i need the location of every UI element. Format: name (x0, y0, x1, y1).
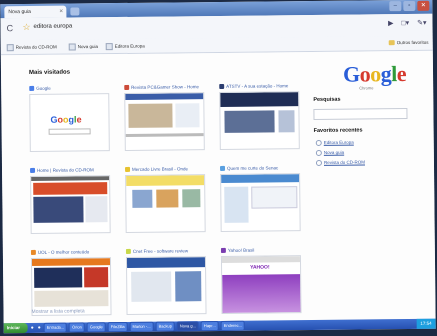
reload-icon[interactable]: C (6, 23, 13, 33)
taskbar-button[interactable]: FileZilla (107, 321, 128, 333)
globe-icon (315, 149, 322, 156)
favicon-icon (30, 250, 36, 256)
toolbar-right: ▶ □▾ ✎▾ (382, 19, 427, 27)
new-tab-button[interactable] (70, 7, 80, 16)
show-full-list-link[interactable]: Mostrar a lista completa (31, 308, 84, 315)
taskbar-items: Entrada... Orion Google FileZilla Marlon -..… (43, 320, 246, 333)
thumbnail-preview (219, 91, 300, 150)
taskbar-button[interactable]: Entrada... (43, 322, 68, 333)
address-bar[interactable]: editora europa (33, 24, 72, 30)
thumbnail-title: Yahoo! Brasil (220, 246, 303, 254)
browser-tab[interactable]: Nova guia ✕ (4, 5, 67, 19)
searches-heading: Pesquisas (313, 96, 341, 103)
taskbar-button[interactable]: Google (86, 322, 106, 333)
favicon-icon (30, 168, 36, 174)
taskbar-button[interactable]: Enderec... (220, 320, 246, 331)
thumbnail-title: Quem me curte do Senac (219, 164, 302, 172)
search-input[interactable] (313, 108, 408, 120)
thumbnail-title: Revista PC&Gamer Show - Home (124, 83, 206, 91)
recent-bookmark[interactable]: Editora Europa (315, 139, 354, 146)
page-icon (68, 43, 76, 51)
favicon-icon (124, 85, 130, 91)
screen: Nova guia ✕ – ▫ ✕ C ☆ editora europa ▶ □… (0, 0, 436, 334)
system-clock: 17:54 (416, 318, 436, 329)
globe-icon (315, 159, 322, 166)
other-bookmarks[interactable]: Outros favoritos (388, 40, 429, 46)
favicon-icon (219, 84, 225, 90)
chrome-subtitle: Chrome (359, 85, 374, 91)
favicon-icon (220, 248, 226, 254)
close-window-icon[interactable]: ✕ (417, 0, 430, 11)
page-icon (105, 43, 113, 51)
google-logo: Google (342, 61, 407, 87)
thumbnail-title: Google (29, 84, 111, 92)
maximize-icon[interactable]: ▫ (403, 0, 416, 12)
thumbnail-preview (220, 173, 301, 232)
thumbnail-title: Cnet Free - software review (125, 247, 208, 255)
recent-bookmark[interactable]: Revista do CD-ROM (315, 159, 365, 166)
most-visited-thumbnail[interactable]: Home | Revista do CD-ROM (30, 166, 113, 234)
most-visited-thumbnail[interactable]: UOL - O melhor conteúdo (30, 248, 114, 316)
most-visited-thumbnail[interactable]: ATSTV - A sua estação - Home (219, 82, 302, 150)
tab-title: Nova guia (8, 8, 31, 16)
taskbar-button[interactable]: Hapr... (200, 321, 219, 332)
globe-icon (315, 139, 322, 146)
tab-close-icon[interactable]: ✕ (59, 6, 63, 18)
thumbnail-preview (30, 257, 112, 316)
most-visited-thumbnail[interactable]: Mercado Livre Brasil - Onde (125, 165, 208, 233)
go-icon[interactable]: ▶ (388, 20, 393, 27)
window-controls: – ▫ ✕ (389, 0, 430, 12)
new-tab-page: Mais visitados Google Google Revista PC&Ga… (0, 50, 436, 324)
taskbar-button[interactable]: Orion (69, 322, 85, 333)
most-visited-thumbnail[interactable]: Revista PC&Gamer Show - Home (124, 83, 207, 151)
thumbnail-preview: Google (29, 93, 110, 152)
bookmark-item[interactable]: Nova guia (68, 43, 98, 51)
start-button[interactable]: Iniciar (3, 323, 28, 334)
most-visited-thumbnail[interactable]: Yahoo! Brasil YAHOO! (220, 246, 304, 314)
favicon-icon (125, 167, 131, 173)
wrench-menu-icon[interactable]: ✎▾ (417, 20, 426, 27)
favicon-icon (219, 166, 226, 172)
page-menu-icon[interactable]: □▾ (401, 20, 409, 27)
thumbnail-preview (124, 92, 205, 151)
thumbnail-preview (125, 256, 207, 315)
taskbar-button[interactable]: Backup (155, 321, 175, 332)
most-visited-thumbnail[interactable]: Cnet Free - software review (125, 247, 209, 315)
bookmark-item[interactable]: Revista do CD-ROM (6, 44, 57, 52)
most-visited-thumbnail[interactable]: Quem me curte do Senac (219, 164, 303, 232)
recent-bookmark[interactable]: Nova guia (315, 149, 344, 156)
bookmark-item[interactable]: Editora Europa (105, 43, 145, 51)
thumbnail-title: UOL - O melhor conteúdo (30, 248, 113, 256)
most-visited-thumbnail[interactable]: Google Google (29, 84, 112, 152)
thumbnail-title: Home | Revista do CD-ROM (30, 166, 112, 174)
quick-launch-icon[interactable]: ● (31, 325, 34, 331)
recent-bookmarks-heading: Favoritos recentes (313, 127, 363, 134)
taskbar-button[interactable]: Marlon -... (129, 321, 154, 332)
thumbnail-title: Mercado Livre Brasil - Onde (125, 165, 207, 173)
thumbnail-preview (30, 175, 111, 234)
most-visited-heading: Mais visitados (28, 69, 71, 76)
page-icon (6, 44, 14, 52)
taskbar-button[interactable]: Nova g... (176, 321, 199, 332)
folder-icon (388, 40, 395, 46)
quick-launch-icon[interactable]: ● (38, 325, 41, 331)
minimize-icon[interactable]: – (389, 1, 402, 12)
thumbnail-preview: YAHOO! (220, 255, 302, 314)
thumbnail-title: ATSTV - A sua estação - Home (219, 82, 301, 90)
thumbnail-preview (125, 174, 206, 233)
favicon-icon (29, 86, 35, 92)
favicon-icon (125, 249, 131, 255)
bookmark-star-icon[interactable]: ☆ (22, 22, 30, 33)
